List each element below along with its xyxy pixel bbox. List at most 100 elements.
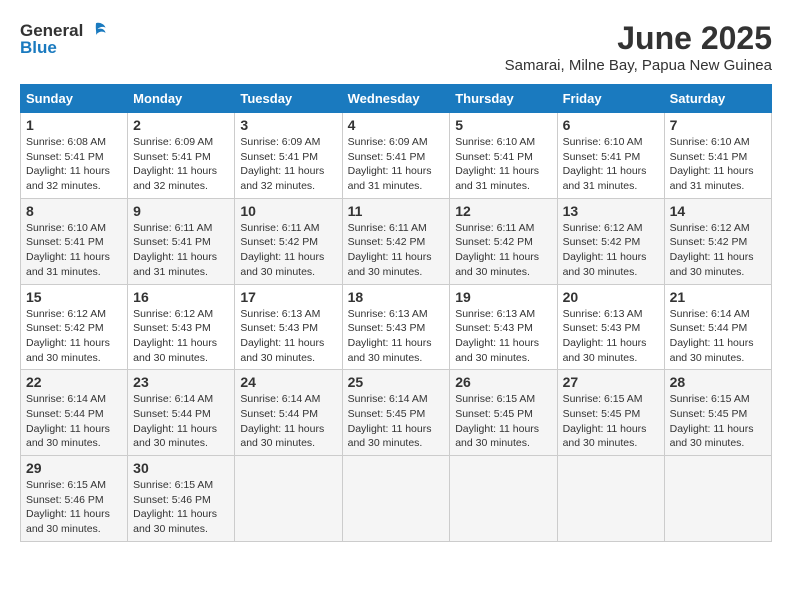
day-info: Sunrise: 6:13 AM Sunset: 5:43 PM Dayligh…: [455, 307, 551, 366]
col-header-friday: Friday: [557, 85, 664, 113]
day-info: Sunrise: 6:10 AM Sunset: 5:41 PM Dayligh…: [563, 135, 659, 194]
col-header-saturday: Saturday: [664, 85, 771, 113]
day-number: 7: [670, 117, 766, 133]
calendar-cell: 16 Sunrise: 6:12 AM Sunset: 5:43 PM Dayl…: [128, 284, 235, 370]
col-header-monday: Monday: [128, 85, 235, 113]
day-info: Sunrise: 6:11 AM Sunset: 5:42 PM Dayligh…: [240, 221, 336, 280]
day-number: 16: [133, 289, 229, 305]
calendar-cell: 18 Sunrise: 6:13 AM Sunset: 5:43 PM Dayl…: [342, 284, 450, 370]
day-info: Sunrise: 6:11 AM Sunset: 5:41 PM Dayligh…: [133, 221, 229, 280]
calendar-cell: 21 Sunrise: 6:14 AM Sunset: 5:44 PM Dayl…: [664, 284, 771, 370]
day-number: 29: [26, 460, 122, 476]
col-header-wednesday: Wednesday: [342, 85, 450, 113]
day-info: Sunrise: 6:10 AM Sunset: 5:41 PM Dayligh…: [670, 135, 766, 194]
calendar-cell: 23 Sunrise: 6:14 AM Sunset: 5:44 PM Dayl…: [128, 370, 235, 456]
day-info: Sunrise: 6:09 AM Sunset: 5:41 PM Dayligh…: [133, 135, 229, 194]
day-info: Sunrise: 6:13 AM Sunset: 5:43 PM Dayligh…: [240, 307, 336, 366]
day-info: Sunrise: 6:14 AM Sunset: 5:44 PM Dayligh…: [240, 392, 336, 451]
calendar-cell: 26 Sunrise: 6:15 AM Sunset: 5:45 PM Dayl…: [450, 370, 557, 456]
calendar-table: SundayMondayTuesdayWednesdayThursdayFrid…: [20, 84, 772, 542]
calendar-cell: 13 Sunrise: 6:12 AM Sunset: 5:42 PM Dayl…: [557, 198, 664, 284]
calendar-cell: 11 Sunrise: 6:11 AM Sunset: 5:42 PM Dayl…: [342, 198, 450, 284]
month-title: June 2025: [505, 20, 772, 57]
calendar-cell: 6 Sunrise: 6:10 AM Sunset: 5:41 PM Dayli…: [557, 113, 664, 199]
day-number: 25: [348, 374, 445, 390]
day-number: 9: [133, 203, 229, 219]
header: General Blue June 2025 Samarai, Milne Ba…: [20, 20, 772, 74]
calendar-week-row: 15 Sunrise: 6:12 AM Sunset: 5:42 PM Dayl…: [21, 284, 772, 370]
calendar-week-row: 1 Sunrise: 6:08 AM Sunset: 5:41 PM Dayli…: [21, 113, 772, 199]
day-info: Sunrise: 6:15 AM Sunset: 5:46 PM Dayligh…: [133, 478, 229, 537]
day-info: Sunrise: 6:10 AM Sunset: 5:41 PM Dayligh…: [455, 135, 551, 194]
day-info: Sunrise: 6:13 AM Sunset: 5:43 PM Dayligh…: [348, 307, 445, 366]
day-info: Sunrise: 6:15 AM Sunset: 5:45 PM Dayligh…: [670, 392, 766, 451]
calendar-week-row: 29 Sunrise: 6:15 AM Sunset: 5:46 PM Dayl…: [21, 456, 772, 542]
calendar-cell: 1 Sunrise: 6:08 AM Sunset: 5:41 PM Dayli…: [21, 113, 128, 199]
logo-bird-icon: [85, 20, 107, 42]
day-number: 1: [26, 117, 122, 133]
calendar-week-row: 22 Sunrise: 6:14 AM Sunset: 5:44 PM Dayl…: [21, 370, 772, 456]
day-info: Sunrise: 6:15 AM Sunset: 5:45 PM Dayligh…: [563, 392, 659, 451]
calendar-cell: 27 Sunrise: 6:15 AM Sunset: 5:45 PM Dayl…: [557, 370, 664, 456]
calendar-header-row: SundayMondayTuesdayWednesdayThursdayFrid…: [21, 85, 772, 113]
calendar-cell: 19 Sunrise: 6:13 AM Sunset: 5:43 PM Dayl…: [450, 284, 557, 370]
calendar-cell: [450, 456, 557, 542]
calendar-cell: 5 Sunrise: 6:10 AM Sunset: 5:41 PM Dayli…: [450, 113, 557, 199]
day-number: 24: [240, 374, 336, 390]
calendar-cell: 29 Sunrise: 6:15 AM Sunset: 5:46 PM Dayl…: [21, 456, 128, 542]
day-info: Sunrise: 6:09 AM Sunset: 5:41 PM Dayligh…: [348, 135, 445, 194]
logo: General Blue: [20, 20, 107, 58]
calendar-cell: 10 Sunrise: 6:11 AM Sunset: 5:42 PM Dayl…: [235, 198, 342, 284]
day-info: Sunrise: 6:14 AM Sunset: 5:44 PM Dayligh…: [26, 392, 122, 451]
calendar-cell: 25 Sunrise: 6:14 AM Sunset: 5:45 PM Dayl…: [342, 370, 450, 456]
day-info: Sunrise: 6:12 AM Sunset: 5:43 PM Dayligh…: [133, 307, 229, 366]
calendar-cell: 30 Sunrise: 6:15 AM Sunset: 5:46 PM Dayl…: [128, 456, 235, 542]
day-number: 10: [240, 203, 336, 219]
location-title: Samarai, Milne Bay, Papua New Guinea: [505, 57, 772, 74]
day-number: 11: [348, 203, 445, 219]
calendar-week-row: 8 Sunrise: 6:10 AM Sunset: 5:41 PM Dayli…: [21, 198, 772, 284]
day-number: 17: [240, 289, 336, 305]
day-number: 14: [670, 203, 766, 219]
calendar-cell: 3 Sunrise: 6:09 AM Sunset: 5:41 PM Dayli…: [235, 113, 342, 199]
calendar-cell: 8 Sunrise: 6:10 AM Sunset: 5:41 PM Dayli…: [21, 198, 128, 284]
calendar-cell: 24 Sunrise: 6:14 AM Sunset: 5:44 PM Dayl…: [235, 370, 342, 456]
day-number: 4: [348, 117, 445, 133]
day-number: 21: [670, 289, 766, 305]
day-info: Sunrise: 6:12 AM Sunset: 5:42 PM Dayligh…: [670, 221, 766, 280]
day-info: Sunrise: 6:11 AM Sunset: 5:42 PM Dayligh…: [455, 221, 551, 280]
calendar-cell: [664, 456, 771, 542]
day-info: Sunrise: 6:09 AM Sunset: 5:41 PM Dayligh…: [240, 135, 336, 194]
day-number: 19: [455, 289, 551, 305]
calendar-cell: 20 Sunrise: 6:13 AM Sunset: 5:43 PM Dayl…: [557, 284, 664, 370]
day-number: 27: [563, 374, 659, 390]
day-info: Sunrise: 6:08 AM Sunset: 5:41 PM Dayligh…: [26, 135, 122, 194]
title-area: June 2025 Samarai, Milne Bay, Papua New …: [505, 20, 772, 74]
calendar-cell: 17 Sunrise: 6:13 AM Sunset: 5:43 PM Dayl…: [235, 284, 342, 370]
day-number: 26: [455, 374, 551, 390]
day-number: 2: [133, 117, 229, 133]
day-info: Sunrise: 6:13 AM Sunset: 5:43 PM Dayligh…: [563, 307, 659, 366]
calendar-cell: 12 Sunrise: 6:11 AM Sunset: 5:42 PM Dayl…: [450, 198, 557, 284]
day-info: Sunrise: 6:14 AM Sunset: 5:44 PM Dayligh…: [133, 392, 229, 451]
day-number: 18: [348, 289, 445, 305]
day-info: Sunrise: 6:15 AM Sunset: 5:45 PM Dayligh…: [455, 392, 551, 451]
day-info: Sunrise: 6:14 AM Sunset: 5:44 PM Dayligh…: [670, 307, 766, 366]
calendar-cell: [235, 456, 342, 542]
calendar-cell: [342, 456, 450, 542]
calendar-cell: 9 Sunrise: 6:11 AM Sunset: 5:41 PM Dayli…: [128, 198, 235, 284]
col-header-thursday: Thursday: [450, 85, 557, 113]
day-number: 20: [563, 289, 659, 305]
day-number: 13: [563, 203, 659, 219]
day-number: 23: [133, 374, 229, 390]
calendar-cell: 7 Sunrise: 6:10 AM Sunset: 5:41 PM Dayli…: [664, 113, 771, 199]
day-info: Sunrise: 6:10 AM Sunset: 5:41 PM Dayligh…: [26, 221, 122, 280]
day-info: Sunrise: 6:12 AM Sunset: 5:42 PM Dayligh…: [26, 307, 122, 366]
day-info: Sunrise: 6:15 AM Sunset: 5:46 PM Dayligh…: [26, 478, 122, 537]
calendar-cell: 22 Sunrise: 6:14 AM Sunset: 5:44 PM Dayl…: [21, 370, 128, 456]
day-number: 6: [563, 117, 659, 133]
day-number: 5: [455, 117, 551, 133]
day-number: 22: [26, 374, 122, 390]
day-number: 28: [670, 374, 766, 390]
day-info: Sunrise: 6:11 AM Sunset: 5:42 PM Dayligh…: [348, 221, 445, 280]
